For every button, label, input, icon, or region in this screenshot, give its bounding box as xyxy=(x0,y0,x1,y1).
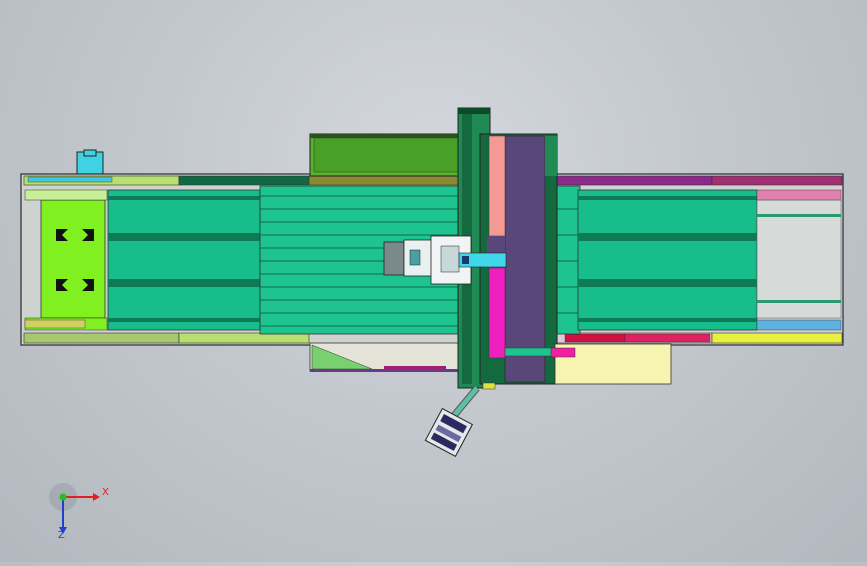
bottom-cover xyxy=(309,342,461,372)
x-axis-label: X xyxy=(102,487,109,498)
x-axis-head xyxy=(93,493,100,501)
top-cover xyxy=(309,133,461,177)
machine-model[interactable] xyxy=(0,0,867,562)
left-bed xyxy=(107,189,261,331)
z-axis-label: Z xyxy=(58,530,65,541)
y-axis-dot xyxy=(59,493,67,501)
axis-triad xyxy=(49,483,100,534)
top-rail xyxy=(23,175,843,186)
teach-pendant xyxy=(424,407,474,458)
top-bracket xyxy=(76,149,104,175)
right-bed xyxy=(577,189,842,331)
cad-viewport[interactable] xyxy=(0,0,867,562)
